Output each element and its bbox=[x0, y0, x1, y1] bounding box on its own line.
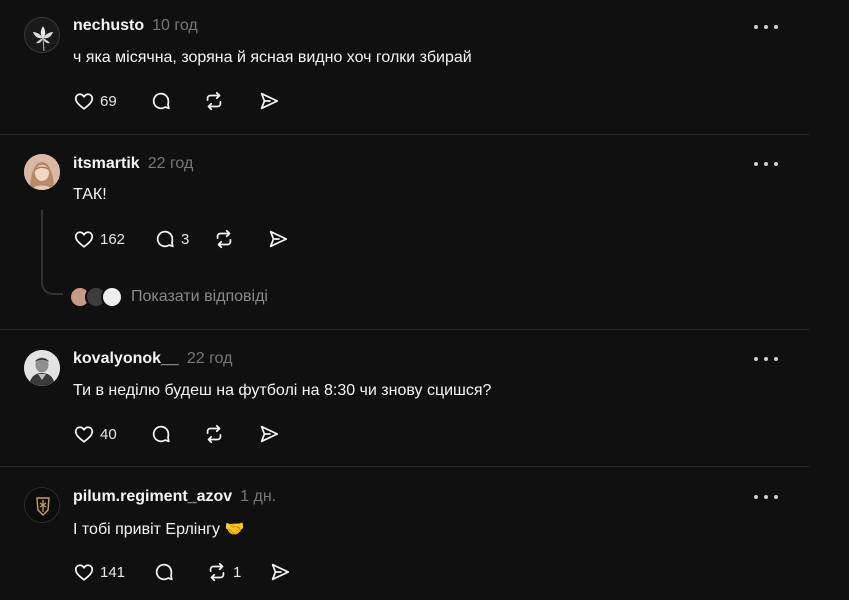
share-button[interactable] bbox=[267, 228, 289, 250]
comment-count: 3 bbox=[181, 230, 190, 248]
comment-icon bbox=[155, 563, 173, 581]
comment-button[interactable]: 3 bbox=[154, 228, 189, 250]
like-button[interactable]: 141 bbox=[73, 561, 125, 583]
like-count: 141 bbox=[100, 563, 126, 581]
comment-icon bbox=[152, 92, 170, 110]
repost-icon bbox=[209, 562, 225, 582]
repost-icon bbox=[217, 229, 232, 249]
replies-feed: nechusto 10 год ч яка місячна, зоряна й я… bbox=[0, 0, 849, 600]
divider bbox=[0, 329, 809, 330]
man-portrait-icon bbox=[24, 350, 60, 386]
handshake-emoji: 🤝 bbox=[224, 519, 245, 538]
username[interactable]: nechusto bbox=[73, 17, 144, 34]
heart-icon bbox=[74, 93, 94, 110]
post-header: kovalyonok__ 22 год bbox=[73, 350, 232, 368]
repost-icon bbox=[206, 424, 221, 444]
post-text: І тобі привіт Ерлінгу 🤝 bbox=[73, 519, 244, 539]
comment-button[interactable] bbox=[153, 561, 175, 583]
repost-button[interactable] bbox=[203, 90, 225, 112]
thread-line bbox=[41, 209, 43, 281]
comment-button[interactable] bbox=[150, 423, 172, 445]
repost-button[interactable] bbox=[213, 228, 235, 250]
post-actions: 40 bbox=[73, 422, 280, 446]
azov-emblem-icon bbox=[25, 488, 59, 522]
share-button[interactable] bbox=[269, 561, 291, 583]
repost-count: 1 bbox=[233, 563, 242, 581]
avatar[interactable] bbox=[24, 17, 60, 53]
share-button[interactable] bbox=[258, 423, 280, 445]
avatar[interactable] bbox=[24, 154, 60, 190]
share-icon bbox=[260, 425, 278, 443]
timestamp[interactable]: 10 год bbox=[152, 17, 198, 34]
like-button[interactable]: 162 bbox=[73, 228, 125, 250]
repost-button[interactable]: 1 bbox=[206, 561, 241, 583]
post-header: pilum.regiment_azov 1 дн. bbox=[73, 488, 276, 506]
post-actions: 141 1 bbox=[73, 560, 291, 584]
like-count: 69 bbox=[100, 92, 117, 110]
timestamp[interactable]: 22 год bbox=[148, 155, 194, 172]
heart-icon bbox=[74, 564, 94, 581]
comment-button[interactable] bbox=[150, 90, 172, 112]
more-icon[interactable] bbox=[754, 351, 778, 367]
more-icon[interactable] bbox=[754, 156, 778, 172]
repost-button[interactable] bbox=[203, 423, 225, 445]
lily-flower-icon bbox=[25, 18, 59, 52]
show-replies-button[interactable]: Показати відповіді bbox=[69, 286, 268, 308]
thread-connector bbox=[41, 281, 63, 295]
heart-icon bbox=[74, 231, 94, 248]
more-icon[interactable] bbox=[754, 489, 778, 505]
repost-icon bbox=[206, 91, 221, 111]
divider bbox=[0, 134, 809, 135]
post-actions: 69 bbox=[73, 89, 280, 113]
show-replies-label: Показати відповіді bbox=[131, 288, 268, 305]
timestamp[interactable]: 1 дн. bbox=[240, 488, 276, 505]
username[interactable]: pilum.regiment_azov bbox=[73, 488, 232, 505]
divider bbox=[0, 466, 809, 467]
avatar[interactable] bbox=[24, 350, 60, 386]
timestamp[interactable]: 22 год bbox=[187, 350, 233, 367]
share-icon bbox=[260, 92, 278, 110]
post-text: Ти в неділю будеш на футболі на 8:30 чи … bbox=[73, 382, 492, 399]
heart-icon bbox=[74, 426, 94, 443]
comment-icon bbox=[152, 425, 170, 443]
like-button[interactable]: 69 bbox=[73, 90, 117, 112]
like-count: 40 bbox=[100, 425, 117, 443]
post-actions: 162 3 bbox=[73, 227, 289, 251]
girl-portrait-icon bbox=[24, 154, 60, 190]
avatar[interactable] bbox=[24, 487, 60, 523]
post-text: ч яка місячна, зоряна й ясная видно хоч … bbox=[73, 49, 472, 66]
like-count: 162 bbox=[100, 230, 126, 248]
post-header: itsmartik 22 год bbox=[73, 155, 193, 173]
reply-avatar bbox=[101, 286, 123, 308]
share-icon bbox=[272, 563, 290, 581]
comment-icon bbox=[156, 230, 174, 248]
like-button[interactable]: 40 bbox=[73, 423, 117, 445]
more-icon[interactable] bbox=[754, 19, 778, 35]
username[interactable]: kovalyonok__ bbox=[73, 350, 179, 367]
post-text: ТАК! bbox=[73, 186, 107, 203]
share-button[interactable] bbox=[258, 90, 280, 112]
post-text-content: І тобі привіт Ерлінгу bbox=[73, 521, 221, 538]
share-icon bbox=[270, 230, 288, 248]
username[interactable]: itsmartik bbox=[73, 155, 140, 172]
post-header: nechusto 10 год bbox=[73, 17, 198, 35]
